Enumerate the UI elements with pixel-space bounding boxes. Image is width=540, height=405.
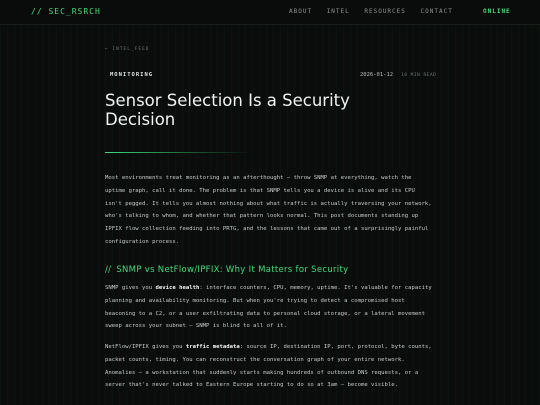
p2-text-end: : source IP, destination IP, port, proto… — [105, 344, 432, 389]
section-heading-text: SNMP vs NetFlow/IPFIX: Why It Matters fo… — [116, 265, 349, 275]
online-status-badge: ONLINE — [483, 8, 511, 15]
back-to-intel-feed-link[interactable]: ← INTEL_FEED — [105, 47, 150, 52]
read-time: 10 MIN READ — [401, 73, 437, 78]
nav-resources-link[interactable]: RESOURCES — [364, 8, 406, 15]
snmp-paragraph: SNMP gives you device health: interface … — [105, 282, 435, 333]
p1-bold-term: device health — [155, 285, 200, 291]
main-nav: ABOUT INTEL RESOURCES CONTACT — [289, 8, 463, 15]
nav-about-link[interactable]: ABOUT — [289, 8, 312, 15]
p1-text-start: SNMP gives you — [105, 285, 156, 291]
section-heading: // SNMP vs NetFlow/IPFIX: Why It Matters … — [105, 265, 348, 275]
nav-intel-link[interactable]: INTEL — [327, 8, 350, 15]
ipfix-paragraph: NetFlow/IPFIX gives you traffic metadata… — [105, 341, 435, 392]
title-divider — [105, 152, 252, 153]
p2-bold-term: traffic metadata — [185, 344, 240, 350]
nav-contact-link[interactable]: CONTACT — [421, 8, 453, 15]
intro-paragraph: Most environments treat monitoring as an… — [105, 175, 432, 245]
section-heading-prefix: // — [105, 265, 112, 275]
publish-date: 2026-01-12 — [360, 72, 394, 78]
top-nav-bar: // SEC_RSRCH ABOUT INTEL RESOURCES CONTA… — [0, 0, 540, 25]
p1-text-end: : interface counters, CPU, memory, uptim… — [105, 285, 432, 330]
site-brand-link[interactable]: // SEC_RSRCH — [31, 7, 101, 16]
p2-text-start: NetFlow/IPFIX gives you — [105, 344, 186, 350]
category-tag: MONITORING — [110, 72, 154, 78]
article-title: Sensor Selection Is a Security Decision — [105, 91, 350, 129]
